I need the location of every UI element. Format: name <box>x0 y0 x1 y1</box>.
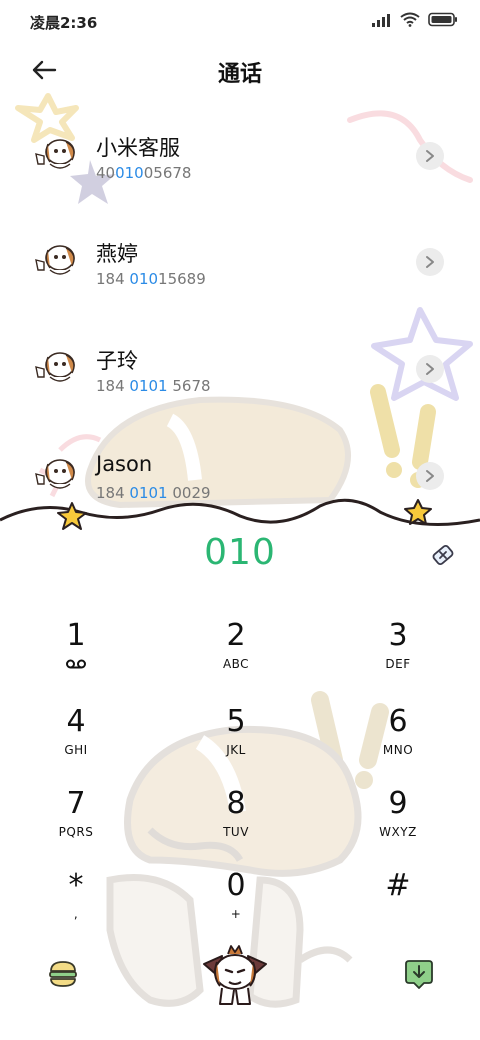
chevron-right-icon <box>426 363 434 375</box>
status-icons <box>372 12 458 27</box>
eraser-button[interactable] <box>428 540 458 570</box>
key-digit: * <box>68 868 84 903</box>
avatar <box>35 459 75 489</box>
key-digit: 7 <box>66 786 86 821</box>
chevron-right-icon <box>426 470 434 482</box>
key-digit: 0 <box>226 868 246 903</box>
key-digit: 5 <box>226 704 246 739</box>
contact-detail-button[interactable] <box>416 355 444 383</box>
bottom-action-bar <box>0 940 480 1020</box>
avatar <box>35 352 75 382</box>
contact-number: 4001005678 <box>96 164 192 182</box>
wifi-icon <box>400 12 420 27</box>
avatar <box>35 245 75 275</box>
key-8[interactable]: 8 TUV <box>176 786 296 862</box>
contact-detail-button[interactable] <box>416 248 444 276</box>
key-6[interactable]: 6 MNO <box>338 704 458 780</box>
avatar <box>35 139 75 169</box>
contact-name: 燕婷 <box>96 242 138 266</box>
key-7[interactable]: 7 PQRS <box>16 786 136 862</box>
contact-name: 子玲 <box>96 349 138 373</box>
chevron-right-icon <box>426 256 434 268</box>
key-letters: WXYZ <box>379 825 417 839</box>
key-letters: PQRS <box>58 825 94 839</box>
contact-row[interactable]: 燕婷 184 01015689 <box>0 210 480 310</box>
key-letters: GHI <box>64 743 88 757</box>
key-digit: 9 <box>388 786 408 821</box>
key-2[interactable]: 2 ABC <box>176 618 296 694</box>
contact-name: 小米客服 <box>96 136 180 160</box>
header: 通话 <box>0 42 480 98</box>
contact-number: 184 0101 0029 <box>96 484 211 502</box>
contact-number: 184 0101 5678 <box>96 377 211 395</box>
contact-number: 184 01015689 <box>96 270 206 288</box>
contact-name: Jason <box>96 452 153 476</box>
key-digit: 3 <box>388 618 408 653</box>
key-1[interactable]: 1 <box>16 618 136 694</box>
key-letters: JKL <box>226 743 246 757</box>
key-letters: DEF <box>385 657 411 671</box>
chevron-right-icon <box>426 150 434 162</box>
contact-row[interactable]: Jason 184 0101 0029 <box>0 424 480 524</box>
status-time: 凌晨2:36 <box>30 14 98 32</box>
key-5[interactable]: 5 JKL <box>176 704 296 780</box>
key-digit: 4 <box>66 704 86 739</box>
signal-icon <box>372 13 390 27</box>
contact-detail-button[interactable] <box>416 462 444 490</box>
burger-menu-icon[interactable] <box>48 960 78 988</box>
key-digit: 8 <box>226 786 246 821</box>
key-letters: + <box>230 907 242 921</box>
key-hash[interactable]: # <box>338 868 458 944</box>
key-9[interactable]: 9 WXYZ <box>338 786 458 862</box>
dialed-number-display[interactable]: 010 <box>0 532 480 573</box>
key-4[interactable]: 4 GHI <box>16 704 136 780</box>
key-letters: ABC <box>222 657 250 671</box>
voicemail-icon <box>66 659 86 669</box>
page-title: 通话 <box>217 62 262 87</box>
key-letters: TUV <box>223 825 249 839</box>
eraser-icon <box>432 544 454 566</box>
key-0[interactable]: 0 + <box>176 868 296 944</box>
hide-keypad-icon[interactable] <box>404 958 434 990</box>
battery-icon <box>428 12 457 27</box>
key-digit: # <box>385 868 411 903</box>
key-digit: 2 <box>226 618 246 653</box>
status-bar: 凌晨2:36 <box>0 0 480 42</box>
key-star[interactable]: * , <box>16 868 136 944</box>
dog-call-icon[interactable] <box>198 942 272 1008</box>
key-3[interactable]: 3 DEF <box>338 618 458 694</box>
key-letters: MNO <box>382 743 414 757</box>
contact-row[interactable]: 小米客服 4001005678 <box>0 104 480 204</box>
contact-row[interactable]: 子玲 184 0101 5678 <box>0 317 480 417</box>
key-letters: , <box>73 907 79 921</box>
contact-detail-button[interactable] <box>416 142 444 170</box>
key-digit: 1 <box>66 618 86 653</box>
key-digit: 6 <box>388 704 408 739</box>
